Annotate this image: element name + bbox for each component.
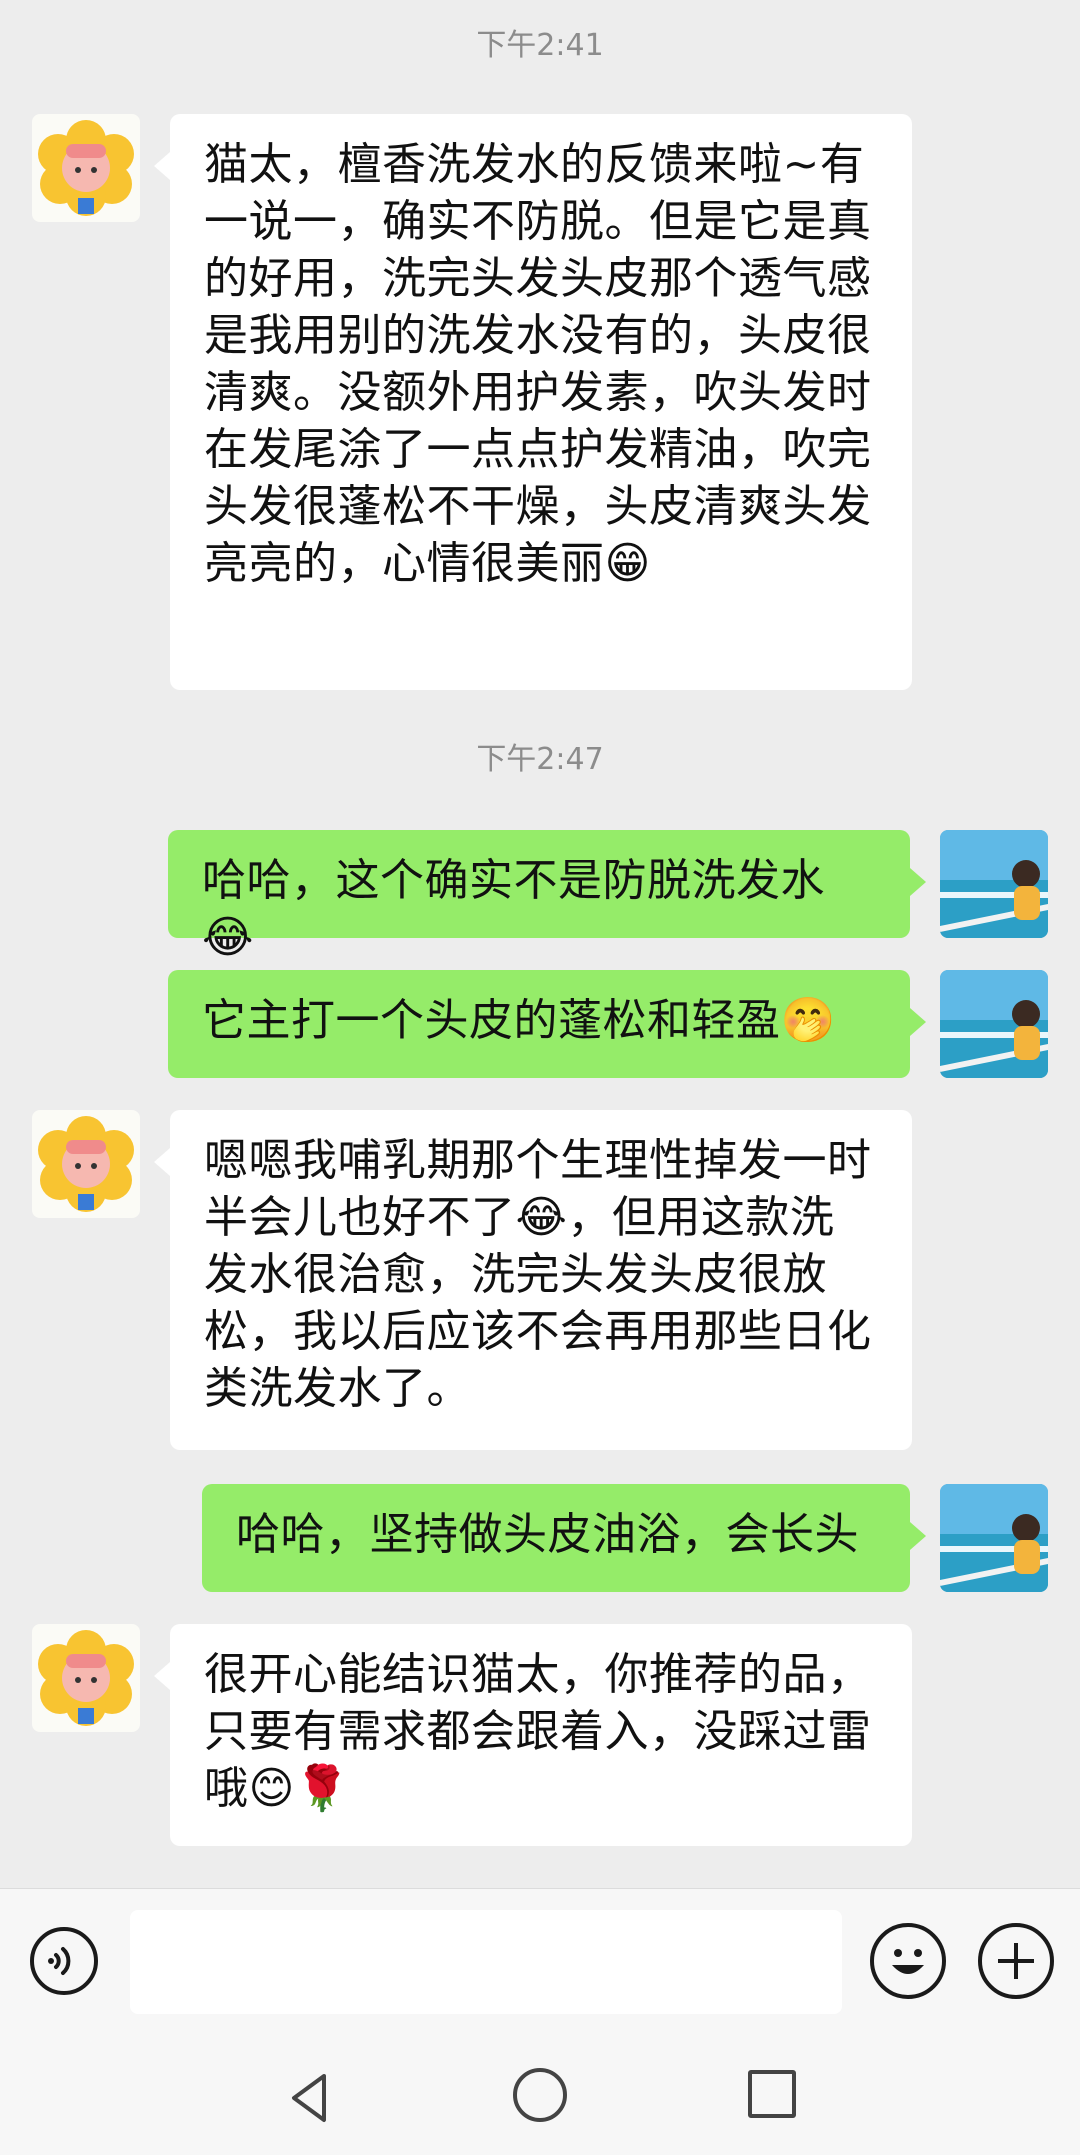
message-text: 哈哈，坚持做头皮油浴，会长头 bbox=[236, 1509, 859, 1560]
recent-apps-icon[interactable] bbox=[748, 2070, 796, 2118]
user-avatar[interactable] bbox=[940, 1484, 1048, 1592]
message-text: 嗯嗯我哺乳期那个生理性掉发一时半会儿也好不了😂，但用这款洗发水很治愈，洗完头发头… bbox=[204, 1135, 872, 1414]
message-input[interactable] bbox=[130, 1910, 842, 2014]
emoji-icon[interactable] bbox=[870, 1923, 946, 1999]
message-text: 猫太，檀香洗发水的反馈来啦~有一说一，确实不防脱。但是它是真的好用，洗完头发头皮… bbox=[204, 139, 872, 589]
message-bubble-received[interactable]: 猫太，檀香洗发水的反馈来啦~有一说一，确实不防脱。但是它是真的好用，洗完头发头皮… bbox=[154, 114, 912, 690]
back-icon[interactable] bbox=[280, 2068, 340, 2128]
timestamp: 下午2:41 bbox=[476, 28, 604, 63]
message-bubble-sent[interactable]: 它主打一个头皮的蓬松和轻盈🤭 bbox=[168, 970, 926, 1078]
home-icon[interactable] bbox=[513, 2068, 567, 2122]
contact-avatar[interactable] bbox=[32, 114, 140, 222]
voice-icon[interactable] bbox=[30, 1927, 98, 1995]
message-bubble-received[interactable]: 嗯嗯我哺乳期那个生理性掉发一时半会儿也好不了😂，但用这款洗发水很治愈，洗完头发头… bbox=[154, 1110, 912, 1450]
plus-icon[interactable] bbox=[978, 1923, 1054, 1999]
user-avatar[interactable] bbox=[940, 970, 1048, 1078]
timestamp: 下午2:47 bbox=[476, 742, 604, 777]
message-bubble-received[interactable]: 很开心能结识猫太，你推荐的品，只要有需求都会跟着入，没踩过雷哦😊🌹 bbox=[154, 1624, 912, 1846]
user-avatar[interactable] bbox=[940, 830, 1048, 938]
input-bar bbox=[0, 1888, 1080, 2039]
system-nav-bar bbox=[0, 2038, 1080, 2155]
message-text: 它主打一个头皮的蓬松和轻盈🤭 bbox=[202, 995, 836, 1046]
chat-area[interactable]: 下午2:41 猫太，檀香洗发水的反馈来啦~有一说一，确实不防脱。但是它是真的好用… bbox=[0, 0, 1080, 1888]
message-text: 很开心能结识猫太，你推荐的品，只要有需求都会跟着入，没踩过雷哦😊🌹 bbox=[204, 1649, 872, 1814]
message-bubble-sent[interactable]: 哈哈，坚持做头皮油浴，会长头 bbox=[202, 1484, 926, 1592]
contact-avatar[interactable] bbox=[32, 1110, 140, 1218]
message-text: 哈哈，这个确实不是防脱洗发水😂 bbox=[202, 855, 825, 963]
message-bubble-sent[interactable]: 哈哈，这个确实不是防脱洗发水😂 bbox=[168, 830, 926, 963]
contact-avatar[interactable] bbox=[32, 1624, 140, 1732]
